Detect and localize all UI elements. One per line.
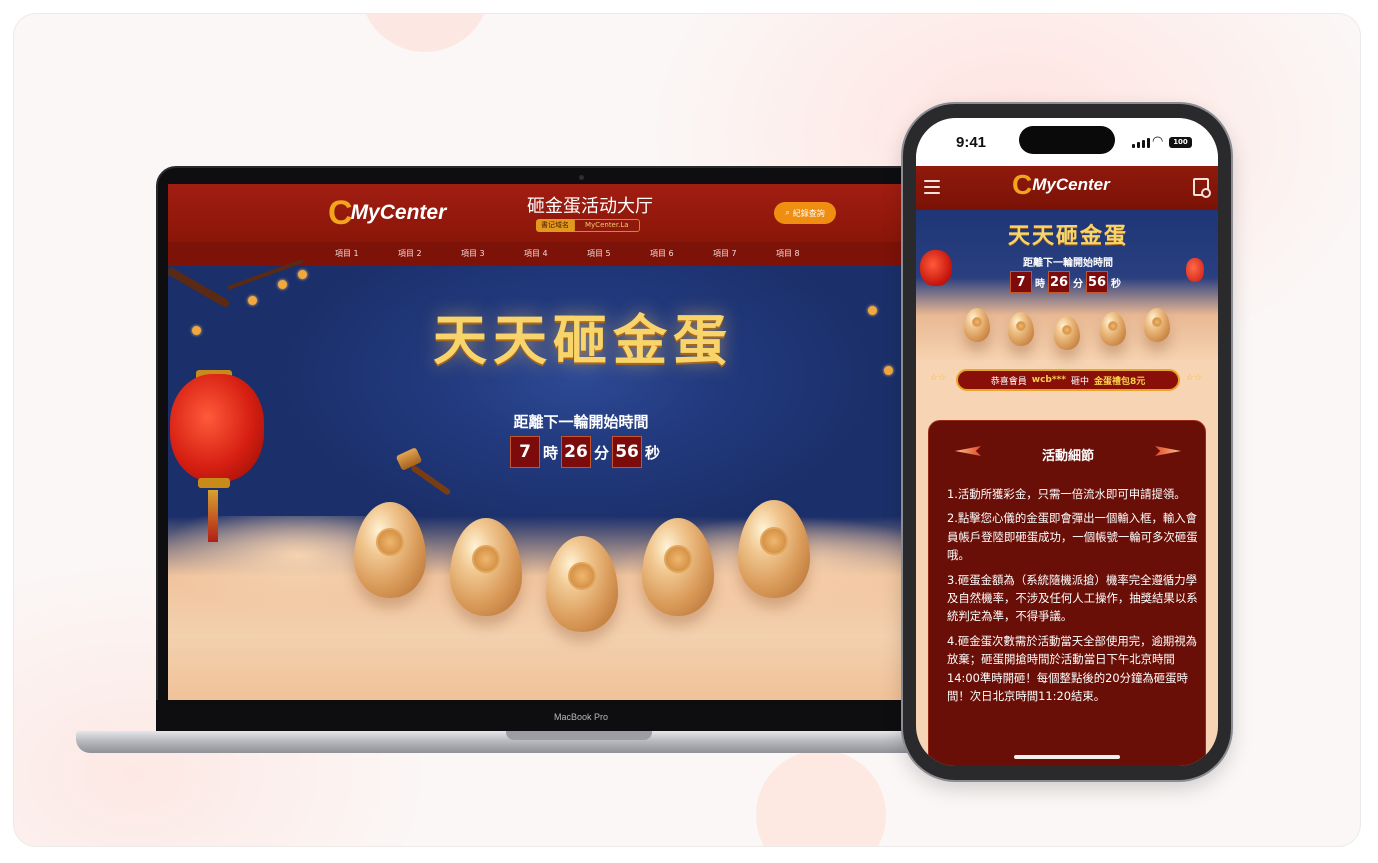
winner-prefix: 恭喜會員 (990, 376, 1027, 387)
rule-item: 3.砸蛋金額為（系統隨機派搶）機率完全遵循力學及自然機率，不涉及任何人工操作，抽… (947, 572, 1198, 624)
rule-item: 4.砸金蛋次數需於活動當天全部使用完，逾期視為放棄；砸蛋開搶時間於活動當日下午北… (947, 633, 1198, 704)
decor-circle (360, 14, 490, 52)
lantern-icon (920, 250, 952, 286)
tassel-icon (208, 490, 218, 542)
hammer-handle (410, 464, 452, 496)
status-bar: 9:41 ◠ 100 (916, 118, 1218, 166)
countdown-label: 距離下一輪開始時間 (513, 413, 649, 431)
wifi-icon: ◠ (1152, 134, 1164, 149)
laptop-base (76, 731, 926, 753)
hero-title: 天天砸金蛋 (433, 308, 733, 372)
brand-logo[interactable]: C MyCenter (1012, 171, 1110, 199)
mobile-screen: 9:41 ◠ 100 C MyCenter 天天砸金蛋 距離下一輪開始時間 7 … (916, 118, 1218, 766)
brand-name: MyCenter (1032, 175, 1110, 194)
blossom-icon (192, 326, 201, 335)
records-button[interactable]: ⌕ 紀錄查詢 (774, 202, 836, 224)
countdown-seconds: 56 (612, 436, 643, 468)
nav-item[interactable]: 項目 5 (587, 242, 650, 266)
dynamic-island (1019, 126, 1115, 154)
mobile-header: C MyCenter (916, 166, 1218, 210)
domain-value[interactable]: MyCenter.La (574, 219, 640, 232)
countdown-label: 距離下一輪開始時間 (1023, 258, 1113, 269)
main-nav: 項目 1 項目 2 項目 3 項目 4 項目 5 項目 6 項目 7 項目 8 (168, 242, 914, 266)
winner-marquee: 恭喜會員 wcb*** 砸中 金蛋禮包8元 (956, 369, 1180, 391)
seconds-unit: 秒 (645, 443, 661, 462)
countdown-seconds: 56 (1086, 271, 1108, 293)
countdown: 7 時 26 分 56 秒 (510, 436, 660, 468)
brand-logo[interactable]: C MyCenter (328, 196, 447, 230)
nav-item[interactable]: 項目 3 (461, 242, 524, 266)
lantern-bottom (198, 478, 230, 488)
device-label: MacBook Pro (553, 712, 609, 722)
desktop-screen: C MyCenter 砸金蛋活动大厅 書记域名 MyCenter.La ⌕ 紀錄… (168, 184, 914, 700)
brand-name: MyCenter (350, 201, 447, 224)
site-title: 砸金蛋活动大厅 (527, 196, 653, 217)
tree-branch (168, 266, 231, 309)
nav-item[interactable]: 項目 6 (650, 242, 713, 266)
winner-mid: 砸中 (1070, 376, 1089, 387)
nav-item[interactable]: 項目 2 (398, 242, 461, 266)
nav-item[interactable]: 項目 8 (776, 242, 839, 266)
golden-egg[interactable] (1054, 316, 1080, 350)
nav-item[interactable]: 項目 4 (524, 242, 587, 266)
golden-egg[interactable] (964, 308, 990, 342)
signal-icon (1132, 138, 1150, 148)
golden-egg[interactable] (1008, 312, 1034, 346)
hours-unit: 時 (543, 443, 559, 462)
winner-prize: 金蛋禮包8元 (1093, 376, 1146, 387)
laptop-notch (506, 731, 652, 740)
winner-user: wcb*** (1031, 375, 1066, 385)
countdown-minutes: 26 (561, 436, 592, 468)
site-header: C MyCenter 砸金蛋活动大厅 書记域名 MyCenter.La ⌕ 紀錄… (168, 184, 914, 242)
hero-title: 天天砸金蛋 (1007, 223, 1128, 249)
search-icon: ⌕ (785, 208, 790, 217)
blossom-icon (298, 270, 307, 279)
golden-egg[interactable] (1144, 308, 1170, 342)
camera-icon (579, 175, 584, 180)
countdown: 7 時 26 分 56 秒 (1010, 271, 1121, 293)
rule-item: 1.活動所獲彩金，只需一倍流水即可申請提領。 (947, 487, 1186, 501)
details-panel: 活動細節 1.活動所獲彩金，只需一倍流水即可申請提領。 2.點擊您心儀的金蛋即會… (928, 420, 1206, 766)
golden-egg[interactable] (1100, 312, 1126, 346)
mobile-hero: 天天砸金蛋 距離下一輪開始時間 7 時 26 分 56 秒 (916, 210, 1218, 360)
domain-label: 書记域名 (536, 219, 574, 232)
lantern-icon (1186, 258, 1204, 282)
lantern-icon (170, 374, 264, 482)
countdown-hours: 7 (1010, 271, 1032, 293)
blossom-icon (868, 306, 877, 315)
hours-unit: 時 (1035, 278, 1045, 290)
rules-list: 1.活動所獲彩金，只需一倍流水即可申請提領。 2.點擊您心儀的金蛋即會彈出一個輸… (947, 485, 1199, 711)
details-title: 活動細節 (1041, 449, 1094, 464)
star-icon: ☆☆ (930, 373, 947, 383)
hero-stage: 天天砸金蛋 距離下一輪開始時間 7 時 26 分 56 秒 (168, 258, 914, 700)
domain-badge: 書记域名 MyCenter.La (536, 219, 640, 232)
countdown-minutes: 26 (1048, 271, 1070, 293)
star-icon: ☆☆ (1186, 373, 1203, 383)
blossom-icon (278, 280, 287, 289)
nav-item[interactable]: 項目 1 (335, 242, 398, 266)
minutes-unit: 分 (594, 443, 610, 462)
records-icon[interactable] (1193, 178, 1211, 198)
battery-icon: 100 (1169, 137, 1192, 148)
golden-egg[interactable] (738, 500, 810, 598)
seconds-unit: 秒 (1111, 278, 1121, 290)
blossom-icon (884, 366, 893, 375)
countdown-hours: 7 (510, 436, 540, 468)
status-time: 9:41 (956, 134, 987, 151)
menu-icon[interactable] (924, 180, 940, 194)
home-indicator (1014, 755, 1120, 759)
nav-item[interactable]: 項目 7 (713, 242, 776, 266)
decor-circle (756, 750, 886, 846)
minutes-unit: 分 (1073, 278, 1083, 290)
blossom-icon (248, 296, 257, 305)
rule-item: 2.點擊您心儀的金蛋即會彈出一個輸入框，輸入會員帳戶登陸即砸蛋成功，一個帳號一輪… (947, 511, 1198, 563)
